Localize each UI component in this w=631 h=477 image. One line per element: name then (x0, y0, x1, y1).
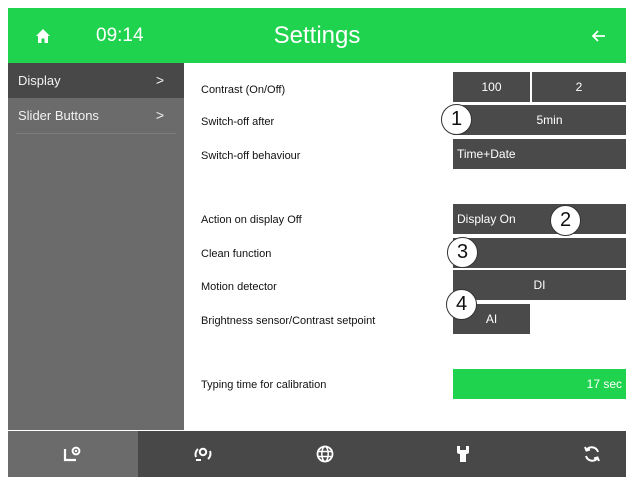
footer-toolbar (8, 431, 626, 477)
clean-function-label: Clean function (201, 248, 272, 260)
refresh-icon (584, 446, 600, 462)
action-on-display-off-field[interactable]: Display On (453, 204, 626, 234)
contrast-off-field[interactable]: 2 (532, 72, 626, 102)
switch-off-behaviour-label: Switch-off behaviour (201, 150, 301, 162)
sidebar-item-label: Slider Buttons (18, 108, 99, 123)
switch-off-after-label: Switch-off after (201, 116, 275, 128)
switch-off-behaviour-field[interactable]: Time+Date (453, 139, 626, 169)
action-on-display-off-label: Action on display Off (201, 214, 302, 226)
back-button[interactable] (571, 8, 626, 63)
sidebar-item-display[interactable]: Display > (8, 63, 184, 98)
arrow-left-icon (591, 29, 605, 42)
chevron-right-icon: > (155, 72, 164, 88)
typing-time-label: Typing time for calibration (201, 379, 327, 391)
sidebar: Display > Slider Buttons > (8, 63, 184, 430)
home-button[interactable] (8, 8, 78, 63)
motion-detector-field[interactable]: DI (453, 270, 626, 300)
switch-off-after-field[interactable]: 5min (453, 105, 626, 135)
brightness-sensor-label: Brightness sensor/Contrast setpoint (201, 315, 376, 327)
header-bar: 09:14 Settings (8, 8, 626, 63)
display-settings-button[interactable] (8, 431, 138, 477)
globe-icon (316, 445, 334, 463)
callout-marker: 3 (447, 237, 478, 268)
callout-marker: 2 (550, 205, 581, 236)
typing-time-field[interactable]: 17 sec (453, 369, 626, 399)
clean-function-field[interactable] (453, 238, 626, 268)
gear-sync-icon (194, 447, 212, 461)
sync-settings-button[interactable] (168, 431, 238, 477)
home-icon (36, 28, 50, 43)
callout-marker: 4 (446, 289, 477, 320)
network-button[interactable] (290, 431, 360, 477)
clock-time: 09:14 (96, 25, 144, 46)
sidebar-item-slider-buttons[interactable]: Slider Buttons > (8, 98, 184, 133)
motion-detector-label: Motion detector (201, 281, 277, 293)
sidebar-item-label: Display (18, 73, 61, 88)
contrast-on-field[interactable]: 100 (453, 72, 530, 102)
callout-marker: 1 (441, 104, 472, 135)
contrast-label: Contrast (On/Off) (201, 84, 286, 96)
settings-screen-icon (63, 446, 81, 462)
tools-button[interactable] (428, 431, 498, 477)
refresh-button[interactable] (558, 431, 626, 477)
sidebar-divider (16, 133, 176, 134)
wrench-icon (457, 446, 469, 462)
chevron-right-icon: > (155, 107, 164, 123)
